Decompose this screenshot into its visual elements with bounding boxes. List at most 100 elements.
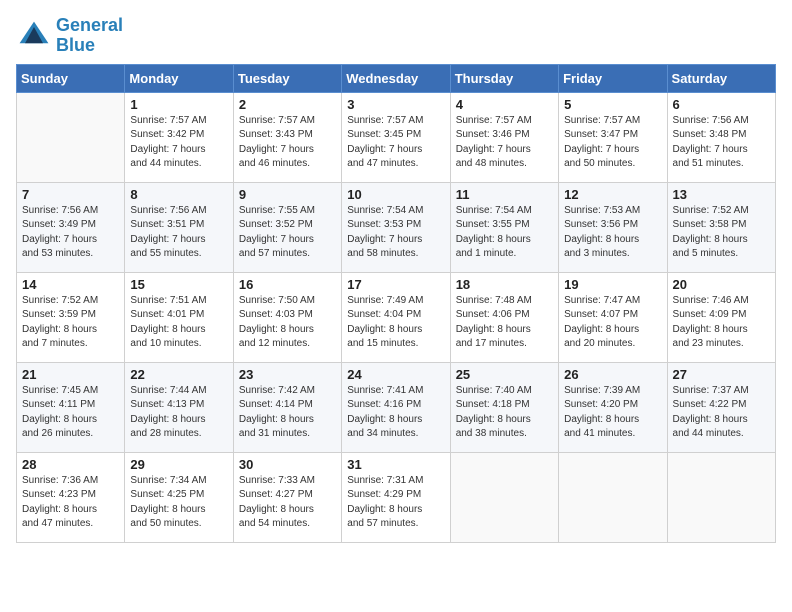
day-number: 5: [564, 97, 661, 112]
calendar-cell: 6Sunrise: 7:56 AMSunset: 3:48 PMDaylight…: [667, 92, 775, 182]
calendar-cell: 29 Sunrise: 7:34 AMSunset: 4:25 PMDayligh…: [125, 452, 233, 542]
calendar-cell: 22 Sunrise: 7:44 AMSunset: 4:13 PMDayligh…: [125, 362, 233, 452]
calendar-cell: 27Sunrise: 7:37 AMSunset: 4:22 PMDayligh…: [667, 362, 775, 452]
day-number: 24: [347, 367, 444, 382]
day-number: 9: [239, 187, 336, 202]
day-header-wednesday: Wednesday: [342, 64, 450, 92]
calendar-week-row: 14 Sunrise: 7:52 AMSunset: 3:59 PMDayligh…: [17, 272, 776, 362]
calendar-cell: 16 Sunrise: 7:50 AMSunset: 4:03 PMDayligh…: [233, 272, 341, 362]
day-number: 28: [22, 457, 119, 472]
cell-info: Sunrise: 7:34 AMSunset: 4:25 PMDaylight:…: [130, 474, 227, 532]
cell-info: Sunrise: 7:57 AMSunset: 3:45 PMDaylight:…: [347, 114, 444, 172]
calendar-week-row: 21 Sunrise: 7:45 AMSunset: 4:11 PMDayligh…: [17, 362, 776, 452]
cell-info: Sunrise: 7:56 AMSunset: 3:49 PMDaylight:…: [22, 204, 119, 262]
calendar-cell: [559, 452, 667, 542]
calendar-cell: 10 Sunrise: 7:54 AMSunset: 3:53 PMDayligh…: [342, 182, 450, 272]
cell-info: Sunrise: 7:54 AMSunset: 3:53 PMDaylight:…: [347, 204, 444, 262]
cell-info: Sunrise: 7:57 AMSunset: 3:46 PMDaylight:…: [456, 114, 553, 172]
day-header-sunday: Sunday: [17, 64, 125, 92]
cell-info: Sunrise: 7:53 AMSunset: 3:56 PMDaylight:…: [564, 204, 661, 262]
cell-info: Sunrise: 7:31 AMSunset: 4:29 PMDaylight:…: [347, 474, 444, 532]
day-number: 11: [456, 187, 553, 202]
day-number: 1: [130, 97, 227, 112]
day-number: 18: [456, 277, 553, 292]
day-number: 31: [347, 457, 444, 472]
day-number: 4: [456, 97, 553, 112]
logo: General Blue: [16, 16, 123, 56]
calendar-cell: [450, 452, 558, 542]
calendar-cell: 4 Sunrise: 7:57 AMSunset: 3:46 PMDaylight…: [450, 92, 558, 182]
calendar-cell: 11 Sunrise: 7:54 AMSunset: 3:55 PMDayligh…: [450, 182, 558, 272]
day-number: 21: [22, 367, 119, 382]
cell-info: Sunrise: 7:52 AMSunset: 3:59 PMDaylight:…: [22, 294, 119, 352]
day-number: 3: [347, 97, 444, 112]
cell-info: Sunrise: 7:46 AMSunset: 4:09 PMDaylight:…: [673, 294, 770, 352]
calendar-week-row: 1Sunrise: 7:57 AMSunset: 3:42 PMDaylight…: [17, 92, 776, 182]
day-header-monday: Monday: [125, 64, 233, 92]
calendar-cell: 15Sunrise: 7:51 AMSunset: 4:01 PMDayligh…: [125, 272, 233, 362]
day-header-saturday: Saturday: [667, 64, 775, 92]
day-number: 19: [564, 277, 661, 292]
cell-info: Sunrise: 7:52 AMSunset: 3:58 PMDaylight:…: [673, 204, 770, 262]
cell-info: Sunrise: 7:54 AMSunset: 3:55 PMDaylight:…: [456, 204, 553, 262]
calendar-cell: 17 Sunrise: 7:49 AMSunset: 4:04 PMDayligh…: [342, 272, 450, 362]
cell-info: Sunrise: 7:42 AMSunset: 4:14 PMDaylight:…: [239, 384, 336, 442]
logo-icon: [16, 18, 52, 54]
cell-info: Sunrise: 7:55 AMSunset: 3:52 PMDaylight:…: [239, 204, 336, 262]
logo-text: General Blue: [56, 16, 123, 56]
cell-info: Sunrise: 7:50 AMSunset: 4:03 PMDaylight:…: [239, 294, 336, 352]
day-number: 22: [130, 367, 227, 382]
cell-info: Sunrise: 7:44 AMSunset: 4:13 PMDaylight:…: [130, 384, 227, 442]
calendar-cell: [667, 452, 775, 542]
day-number: 12: [564, 187, 661, 202]
cell-info: Sunrise: 7:48 AMSunset: 4:06 PMDaylight:…: [456, 294, 553, 352]
cell-info: Sunrise: 7:41 AMSunset: 4:16 PMDaylight:…: [347, 384, 444, 442]
calendar-cell: 18 Sunrise: 7:48 AMSunset: 4:06 PMDayligh…: [450, 272, 558, 362]
calendar-cell: 21 Sunrise: 7:45 AMSunset: 4:11 PMDayligh…: [17, 362, 125, 452]
cell-info: Sunrise: 7:49 AMSunset: 4:04 PMDaylight:…: [347, 294, 444, 352]
cell-info: Sunrise: 7:57 AMSunset: 3:47 PMDaylight:…: [564, 114, 661, 172]
calendar-cell: 20 Sunrise: 7:46 AMSunset: 4:09 PMDayligh…: [667, 272, 775, 362]
calendar-cell: 31 Sunrise: 7:31 AMSunset: 4:29 PMDayligh…: [342, 452, 450, 542]
day-number: 7: [22, 187, 119, 202]
page-header: General Blue: [16, 16, 776, 56]
calendar-cell: 1Sunrise: 7:57 AMSunset: 3:42 PMDaylight…: [125, 92, 233, 182]
calendar-cell: 7 Sunrise: 7:56 AMSunset: 3:49 PMDaylight…: [17, 182, 125, 272]
calendar-cell: 5 Sunrise: 7:57 AMSunset: 3:47 PMDaylight…: [559, 92, 667, 182]
cell-info: Sunrise: 7:36 AMSunset: 4:23 PMDaylight:…: [22, 474, 119, 532]
calendar-cell: 3 Sunrise: 7:57 AMSunset: 3:45 PMDaylight…: [342, 92, 450, 182]
day-number: 25: [456, 367, 553, 382]
calendar-cell: 14 Sunrise: 7:52 AMSunset: 3:59 PMDayligh…: [17, 272, 125, 362]
day-number: 14: [22, 277, 119, 292]
calendar-cell: 19 Sunrise: 7:47 AMSunset: 4:07 PMDayligh…: [559, 272, 667, 362]
calendar-cell: 30 Sunrise: 7:33 AMSunset: 4:27 PMDayligh…: [233, 452, 341, 542]
day-number: 13: [673, 187, 770, 202]
day-number: 30: [239, 457, 336, 472]
calendar-week-row: 28 Sunrise: 7:36 AMSunset: 4:23 PMDayligh…: [17, 452, 776, 542]
day-number: 16: [239, 277, 336, 292]
calendar-header-row: SundayMondayTuesdayWednesdayThursdayFrid…: [17, 64, 776, 92]
calendar-cell: 26Sunrise: 7:39 AMSunset: 4:20 PMDayligh…: [559, 362, 667, 452]
calendar-cell: 8Sunrise: 7:56 AMSunset: 3:51 PMDaylight…: [125, 182, 233, 272]
cell-info: Sunrise: 7:47 AMSunset: 4:07 PMDaylight:…: [564, 294, 661, 352]
calendar-cell: 9 Sunrise: 7:55 AMSunset: 3:52 PMDaylight…: [233, 182, 341, 272]
day-number: 15: [130, 277, 227, 292]
cell-info: Sunrise: 7:45 AMSunset: 4:11 PMDaylight:…: [22, 384, 119, 442]
day-number: 6: [673, 97, 770, 112]
cell-info: Sunrise: 7:37 AMSunset: 4:22 PMDaylight:…: [673, 384, 770, 442]
day-number: 10: [347, 187, 444, 202]
day-header-thursday: Thursday: [450, 64, 558, 92]
calendar-cell: 2Sunrise: 7:57 AMSunset: 3:43 PMDaylight…: [233, 92, 341, 182]
calendar-cell: 25Sunrise: 7:40 AMSunset: 4:18 PMDayligh…: [450, 362, 558, 452]
day-number: 29: [130, 457, 227, 472]
calendar-week-row: 7 Sunrise: 7:56 AMSunset: 3:49 PMDaylight…: [17, 182, 776, 272]
day-number: 17: [347, 277, 444, 292]
calendar-cell: 12 Sunrise: 7:53 AMSunset: 3:56 PMDayligh…: [559, 182, 667, 272]
day-number: 2: [239, 97, 336, 112]
calendar-cell: 28 Sunrise: 7:36 AMSunset: 4:23 PMDayligh…: [17, 452, 125, 542]
day-number: 20: [673, 277, 770, 292]
day-number: 26: [564, 367, 661, 382]
cell-info: Sunrise: 7:33 AMSunset: 4:27 PMDaylight:…: [239, 474, 336, 532]
day-header-friday: Friday: [559, 64, 667, 92]
calendar-cell: [17, 92, 125, 182]
